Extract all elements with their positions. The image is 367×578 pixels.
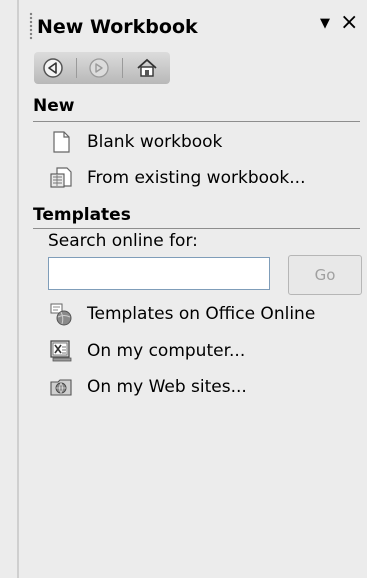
forward-button[interactable] [86, 56, 112, 80]
templates-office-online-link[interactable]: Templates on Office Online [49, 301, 315, 327]
go-button[interactable]: Go [288, 255, 362, 295]
navigation-toolbar [34, 52, 170, 84]
nav-separator [76, 58, 77, 78]
computer-templates-icon [50, 340, 72, 362]
web-sites-icon [50, 379, 72, 396]
close-icon[interactable]: × [340, 12, 358, 34]
section-divider [33, 228, 360, 229]
new-section-heading: New [33, 96, 75, 116]
templates-on-my-web-sites-link[interactable]: On my Web sites... [49, 374, 247, 400]
section-divider [33, 121, 360, 122]
pane-border [17, 0, 19, 578]
existing-workbook-icon [50, 167, 72, 188]
blank-document-icon [53, 131, 70, 153]
item-label: On my computer... [87, 341, 246, 361]
pane-menu-dropdown-icon[interactable]: ▼ [320, 16, 330, 31]
item-label: Templates on Office Online [87, 304, 316, 324]
blank-workbook-link[interactable]: Blank workbook [49, 129, 222, 155]
pane-grip-handle[interactable] [29, 12, 33, 40]
from-existing-workbook-link[interactable]: From existing workbook... [49, 165, 305, 191]
search-online-label: Search online for: [48, 231, 198, 251]
item-label: On my Web sites... [87, 377, 247, 397]
back-button[interactable] [40, 56, 66, 80]
nav-separator [122, 58, 123, 78]
home-button[interactable] [134, 56, 160, 80]
templates-section-heading: Templates [33, 205, 131, 225]
office-online-icon [50, 303, 72, 326]
search-input[interactable] [48, 257, 270, 290]
forward-icon [89, 58, 109, 78]
item-label: From existing workbook... [87, 168, 306, 188]
item-label: Blank workbook [87, 132, 223, 152]
back-icon [43, 58, 63, 78]
new-workbook-task-pane: New Workbook ▼ × New Blank workbook From… [0, 0, 367, 578]
templates-on-my-computer-link[interactable]: On my computer... [49, 338, 245, 364]
home-icon [137, 58, 157, 77]
pane-title: New Workbook [37, 16, 198, 38]
